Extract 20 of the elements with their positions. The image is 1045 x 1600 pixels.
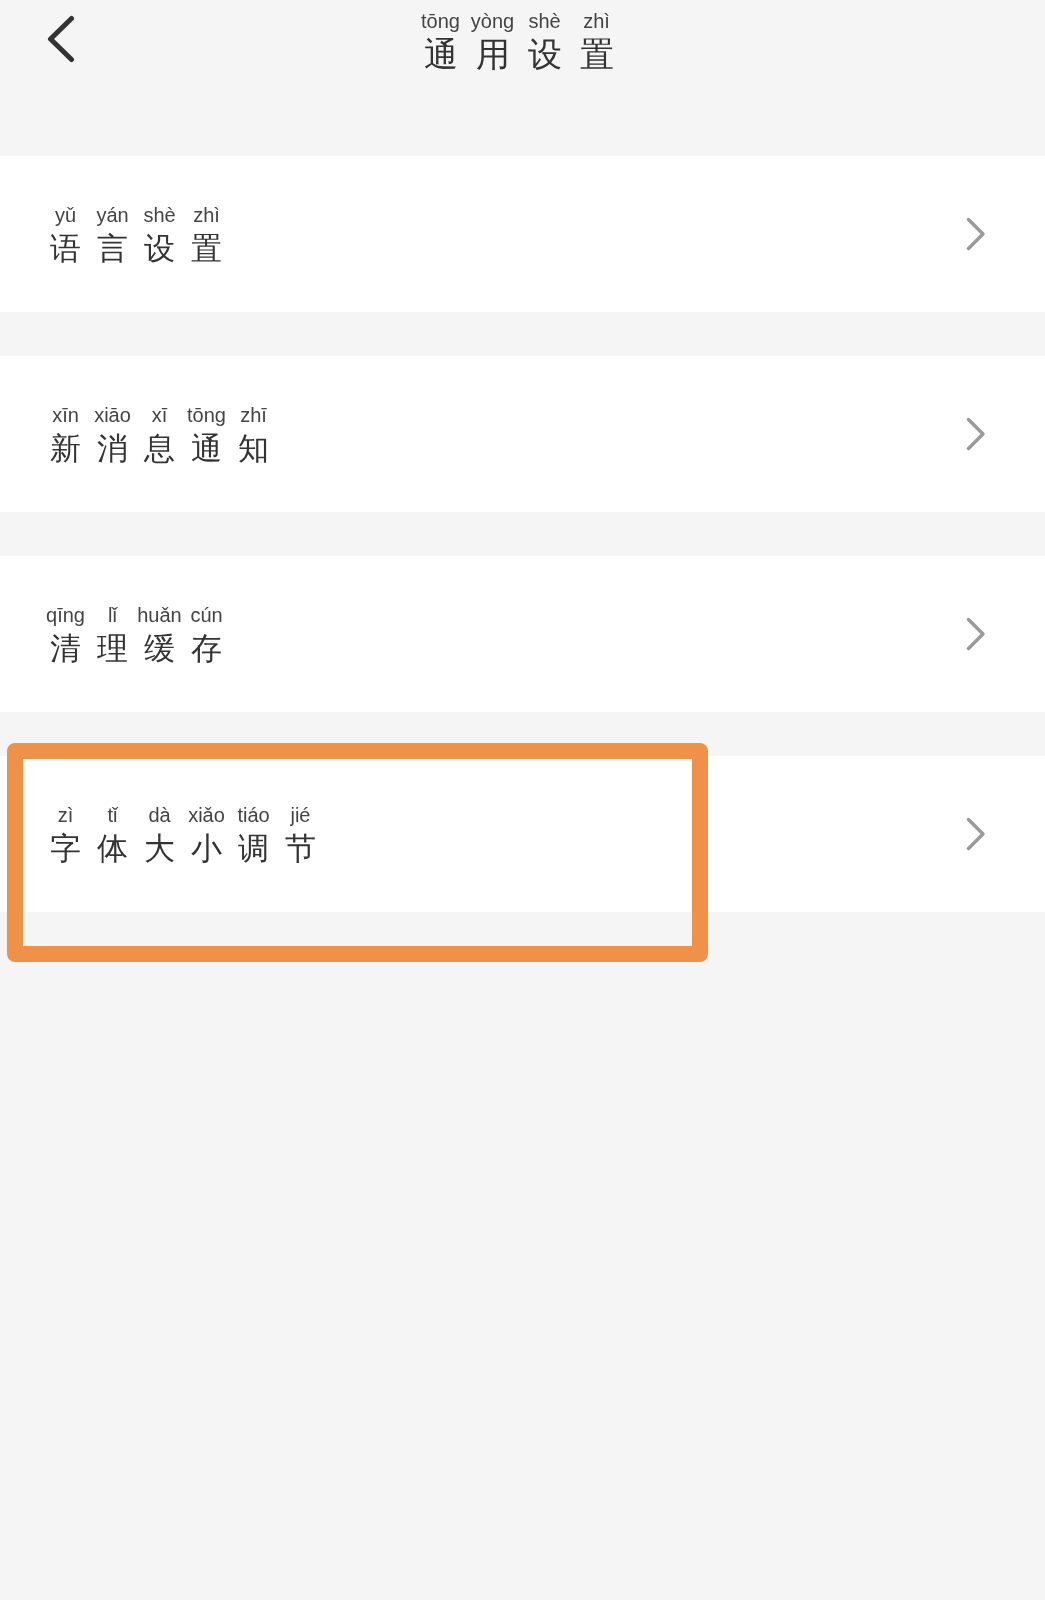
settings-row[interactable]: qīng lǐ huǎn cún 清理缓存	[0, 556, 1045, 712]
settings-row[interactable]: yǔ yán shè zhì 语言设置	[0, 156, 1045, 312]
pinyin-text: qīng lǐ huǎn cún	[45, 603, 224, 627]
item-label: 清理缓存	[50, 629, 238, 667]
pinyin-text: xīn xiāo xī tōng zhī	[51, 403, 268, 427]
item-label: 字体大小调节	[50, 829, 332, 867]
pinyin-text: yǔ yán shè zhì	[53, 203, 221, 227]
chevron-left-icon	[47, 15, 75, 63]
settings-row[interactable]: xīn xiāo xī tōng zhī 新消息通知	[0, 356, 1045, 512]
item-label: 新消息通知	[50, 429, 285, 467]
chevron-right-icon	[966, 617, 986, 651]
pinyin-text: zì tǐ dà xiǎo tiáo jié	[56, 803, 312, 827]
chevron-right-icon	[966, 217, 986, 251]
back-button[interactable]	[47, 15, 75, 63]
item-label: 语言设置	[50, 229, 238, 267]
page-title: 通用设置	[423, 33, 632, 75]
chevron-right-icon	[966, 817, 986, 851]
chevron-right-icon	[966, 417, 986, 451]
settings-row[interactable]: zì tǐ dà xiǎo tiáo jié 字体大小调节	[0, 756, 1045, 912]
title-pinyin: tōng yòng shè zhì	[420, 9, 611, 33]
